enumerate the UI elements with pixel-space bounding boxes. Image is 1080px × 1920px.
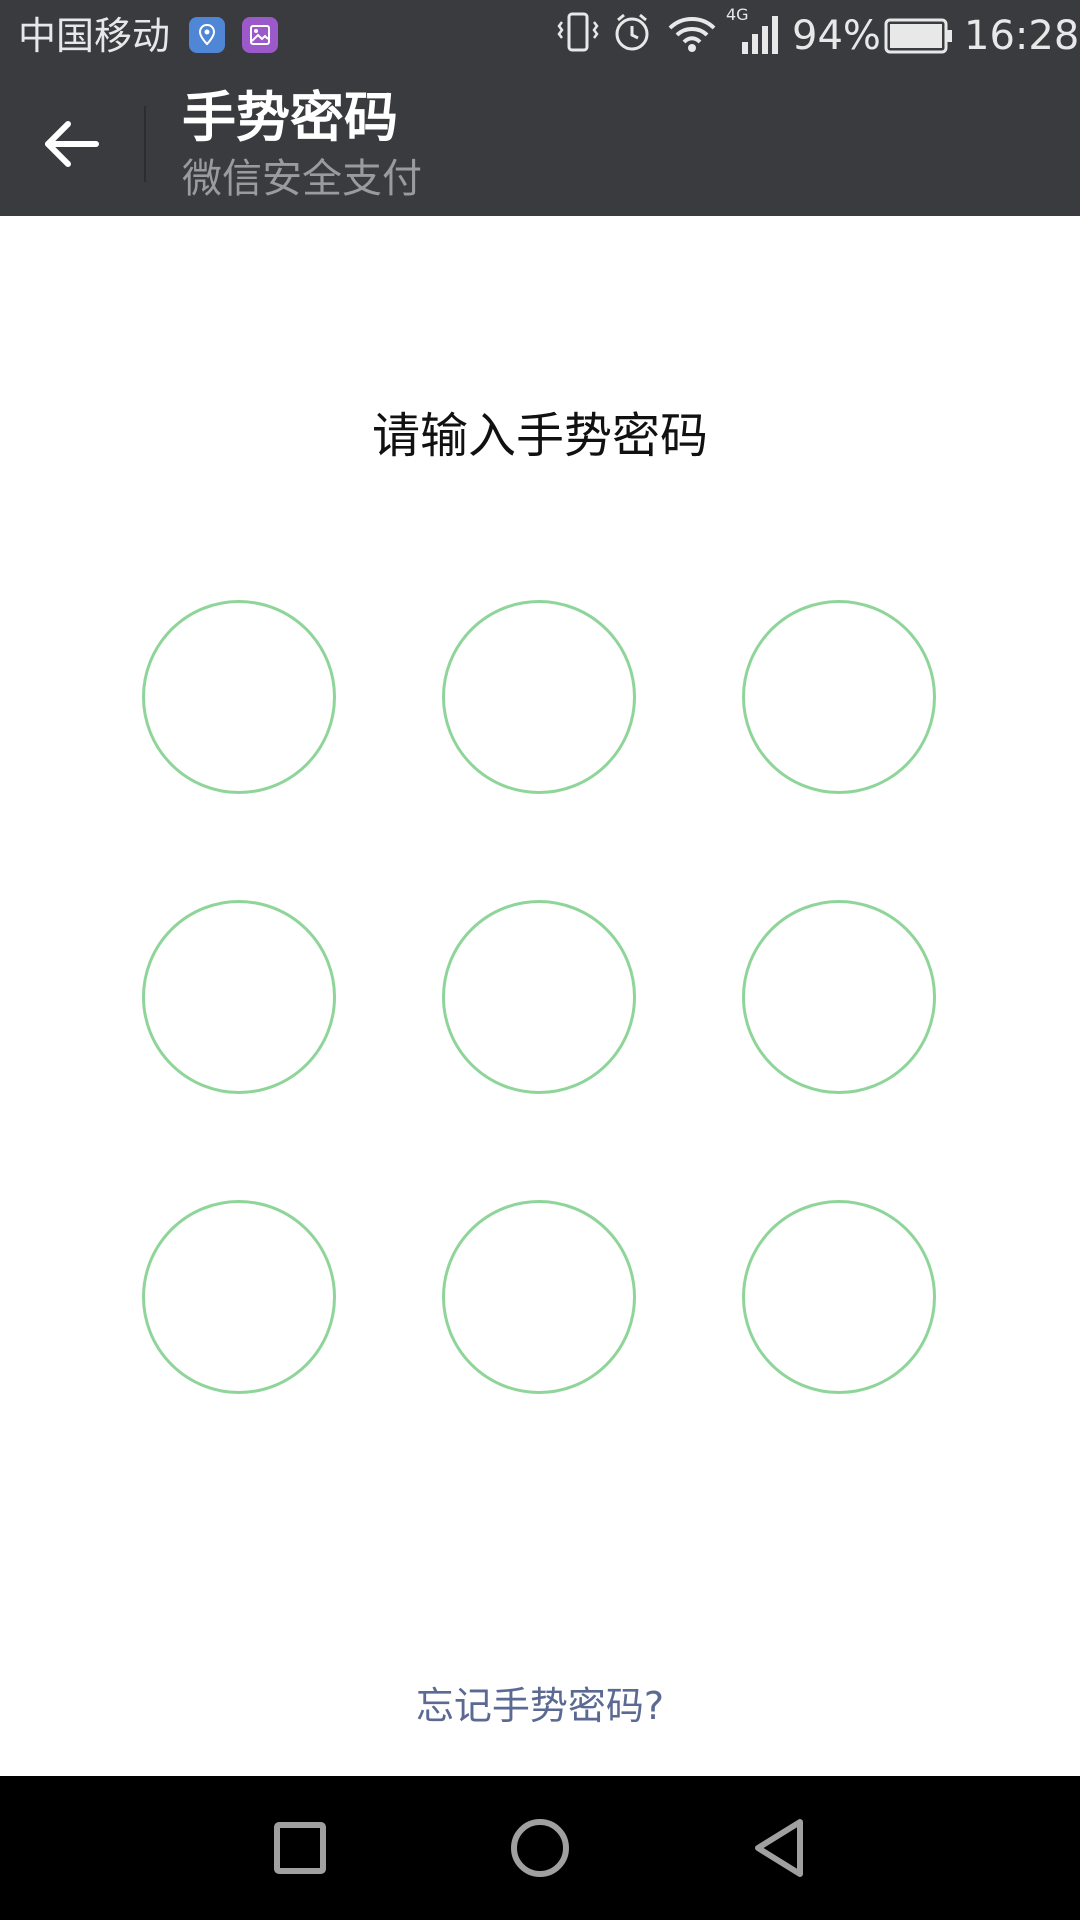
nav-back-button[interactable]: [730, 1798, 830, 1898]
forgot-gesture-link[interactable]: 忘记手势密码?: [0, 1680, 1080, 1732]
pattern-dot-9[interactable]: [742, 1200, 936, 1394]
pattern-dot-7[interactable]: [142, 1200, 336, 1394]
pattern-dot-6[interactable]: [742, 900, 936, 1094]
gesture-pattern-grid[interactable]: [0, 0, 1080, 1920]
back-icon: [755, 1819, 803, 1877]
recent-apps-icon: [274, 1822, 326, 1874]
pattern-dot-5[interactable]: [442, 900, 636, 1094]
pattern-dot-4[interactable]: [142, 900, 336, 1094]
pattern-dot-2[interactable]: [442, 600, 636, 794]
home-button[interactable]: [490, 1798, 590, 1898]
recent-apps-button[interactable]: [250, 1798, 350, 1898]
pattern-dot-1[interactable]: [142, 600, 336, 794]
pattern-dot-3[interactable]: [742, 600, 936, 794]
navigation-bar: [0, 1776, 1080, 1920]
pattern-dot-8[interactable]: [442, 1200, 636, 1394]
home-icon: [511, 1819, 569, 1877]
